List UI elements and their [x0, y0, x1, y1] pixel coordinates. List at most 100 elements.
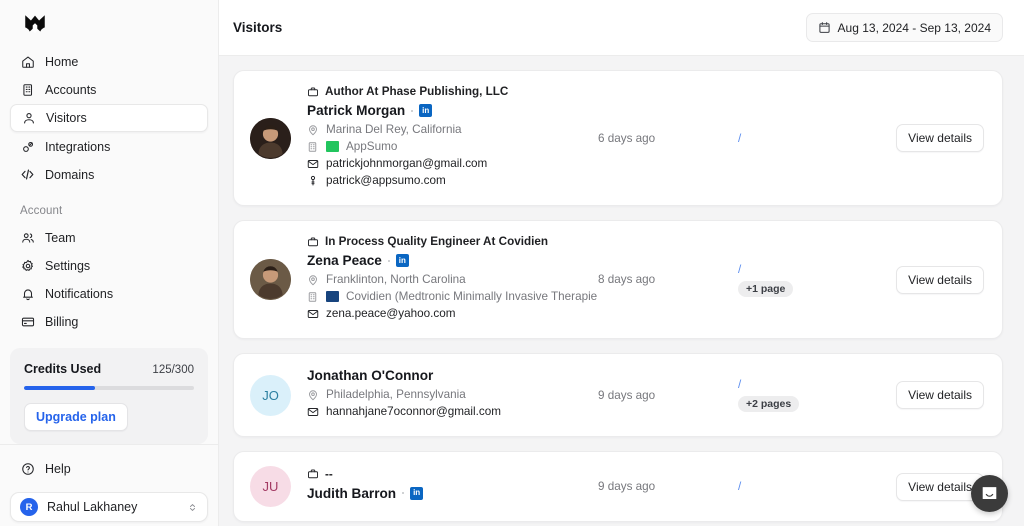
separator-dot: [388, 260, 390, 262]
intercom-chat-button[interactable]: [971, 475, 1008, 512]
home-icon: [20, 54, 35, 69]
visitor-role: In Process Quality Engineer At Covidien: [325, 235, 548, 248]
credits-card: Credits Used 125/300 Upgrade plan: [10, 348, 208, 444]
avatar: R: [20, 498, 38, 516]
extra-pages-badge: +1 page: [738, 281, 793, 297]
sidebar-item-visitors[interactable]: Visitors: [10, 104, 208, 132]
sidebar-item-label: Notifications: [45, 287, 113, 301]
help-row: Help: [0, 455, 218, 482]
building-icon: [20, 82, 35, 97]
upgrade-plan-button[interactable]: Upgrade plan: [24, 403, 128, 431]
company-logo: [326, 291, 339, 302]
visitor-name: Patrick Morgan: [307, 103, 405, 118]
visitor-role-line: Author At Phase Publishing, LLC: [307, 85, 598, 98]
user-account-switcher[interactable]: R Rahul Lakhaney: [10, 492, 208, 522]
visitor-email-row: zena.peace@yahoo.com: [307, 307, 598, 320]
visitor-company-row: Covidien (Medtronic Minimally Invasive T…: [307, 290, 598, 303]
company-building-icon: [307, 291, 319, 303]
visited-path-link[interactable]: /: [738, 480, 741, 493]
visitor-card[interactable]: JO Jonathan O'Connor Philadelphia, Pennsyl…: [233, 353, 1003, 437]
separator-dot: [402, 492, 404, 494]
sidebar-item-billing[interactable]: Billing: [10, 308, 208, 335]
chevron-updown-icon: [187, 502, 198, 513]
visited-path-link[interactable]: /: [738, 263, 741, 276]
visitor-email-row: patrickjohnmorgan@gmail.com: [307, 157, 598, 170]
visitor-role-line: --: [307, 468, 598, 481]
visitor-work-email-row: patrick@appsumo.com: [307, 174, 598, 187]
sidebar-item-team[interactable]: Team: [10, 224, 208, 251]
visitor-card[interactable]: In Process Quality Engineer At Covidien Z…: [233, 220, 1003, 339]
sidebar: Home Accounts Visitors: [0, 0, 219, 526]
plug-icon: [20, 139, 35, 154]
visitor-role: Author At Phase Publishing, LLC: [325, 85, 508, 98]
visited-path-link[interactable]: /: [738, 378, 741, 391]
visitor-location: Philadelphia, Pennsylvania: [326, 388, 466, 401]
visitor-info: Jonathan O'Connor Philadelphia, Pennsylva…: [307, 368, 598, 422]
credit-card-icon: [20, 314, 35, 329]
visitor-company: Covidien (Medtronic Minimally Invasive T…: [346, 290, 597, 303]
primary-nav: Home Accounts Visitors: [0, 48, 218, 189]
sidebar-item-home[interactable]: Home: [10, 48, 208, 75]
gear-icon: [20, 258, 35, 273]
sidebar-item-notifications[interactable]: Notifications: [10, 280, 208, 307]
mailscout-logo: [22, 12, 48, 38]
visitor-email-row: hannahjane7oconnor@gmail.com: [307, 405, 598, 418]
sidebar-item-domains[interactable]: Domains: [10, 161, 208, 188]
mail-icon: [307, 308, 319, 320]
sidebar-item-accounts[interactable]: Accounts: [10, 76, 208, 103]
company-logo: [326, 141, 339, 152]
visitor-card[interactable]: Author At Phase Publishing, LLC Patrick M…: [233, 70, 1003, 206]
mail-icon: [307, 406, 319, 418]
visitor-time: 9 days ago: [598, 480, 738, 493]
visitor-name-line: Jonathan O'Connor: [307, 368, 598, 383]
company-building-icon: [307, 141, 319, 153]
visitor-avatar: JO: [250, 375, 291, 416]
date-range-picker[interactable]: Aug 13, 2024 - Sep 13, 2024: [806, 13, 1003, 42]
visitor-pages: / +1 page: [738, 263, 888, 297]
visitor-email: patrickjohnmorgan@gmail.com: [326, 157, 487, 170]
visitor-company: AppSumo: [346, 140, 397, 153]
sidebar-item-settings[interactable]: Settings: [10, 252, 208, 279]
credits-progress-fill: [24, 386, 95, 390]
visitor-name-line: Patrick Morgan in: [307, 103, 598, 118]
visitor-email: zena.peace@yahoo.com: [326, 307, 455, 320]
visited-path-link[interactable]: /: [738, 132, 741, 145]
sidebar-item-label: Integrations: [45, 140, 110, 154]
credits-title: Credits Used: [24, 362, 101, 376]
visitor-action: View details: [888, 266, 984, 294]
view-details-button[interactable]: View details: [896, 124, 984, 152]
visitor-name: Zena Peace: [307, 253, 382, 268]
visitor-pages: /+2 pages: [738, 378, 888, 412]
visitor-role-line: In Process Quality Engineer At Covidien: [307, 235, 598, 248]
topbar: Visitors Aug 13, 2024 - Sep 13, 2024: [219, 0, 1024, 56]
visitor-pages: /: [738, 480, 888, 493]
visitor-name-line: Zena Peace in: [307, 253, 598, 268]
visitor-card[interactable]: JU--Judith Barronin9 days ago/View detai…: [233, 451, 1003, 522]
help-circle-icon: [20, 461, 35, 476]
visitor-action: View details: [888, 124, 984, 152]
linkedin-icon[interactable]: in: [396, 254, 409, 267]
visitor-location-row: Franklinton, North Carolina: [307, 273, 598, 286]
credits-progress-track: [24, 386, 194, 390]
sidebar-item-label: Settings: [45, 259, 90, 273]
view-details-button[interactable]: View details: [896, 266, 984, 294]
credits-count: 125/300: [152, 364, 194, 376]
visitor-location: Franklinton, North Carolina: [326, 273, 466, 286]
visitor-name: Jonathan O'Connor: [307, 368, 433, 383]
chat-bubble-icon: [980, 484, 999, 503]
calendar-icon: [818, 21, 831, 34]
visitor-role: --: [325, 468, 333, 481]
sidebar-item-label: Domains: [45, 168, 94, 182]
sidebar-item-help[interactable]: Help: [10, 455, 208, 482]
date-range-label: Aug 13, 2024 - Sep 13, 2024: [838, 21, 991, 35]
linkedin-icon[interactable]: in: [419, 104, 432, 117]
linkedin-icon[interactable]: in: [410, 487, 423, 500]
brand-logo-wrap[interactable]: [0, 0, 218, 48]
sidebar-item-integrations[interactable]: Integrations: [10, 133, 208, 160]
briefcase-icon: [307, 468, 319, 480]
account-nav: Team Settings: [0, 224, 218, 336]
view-details-button[interactable]: View details: [896, 381, 984, 409]
visitor-name: Judith Barron: [307, 486, 396, 501]
mail-icon: [307, 158, 319, 170]
users-icon: [20, 230, 35, 245]
